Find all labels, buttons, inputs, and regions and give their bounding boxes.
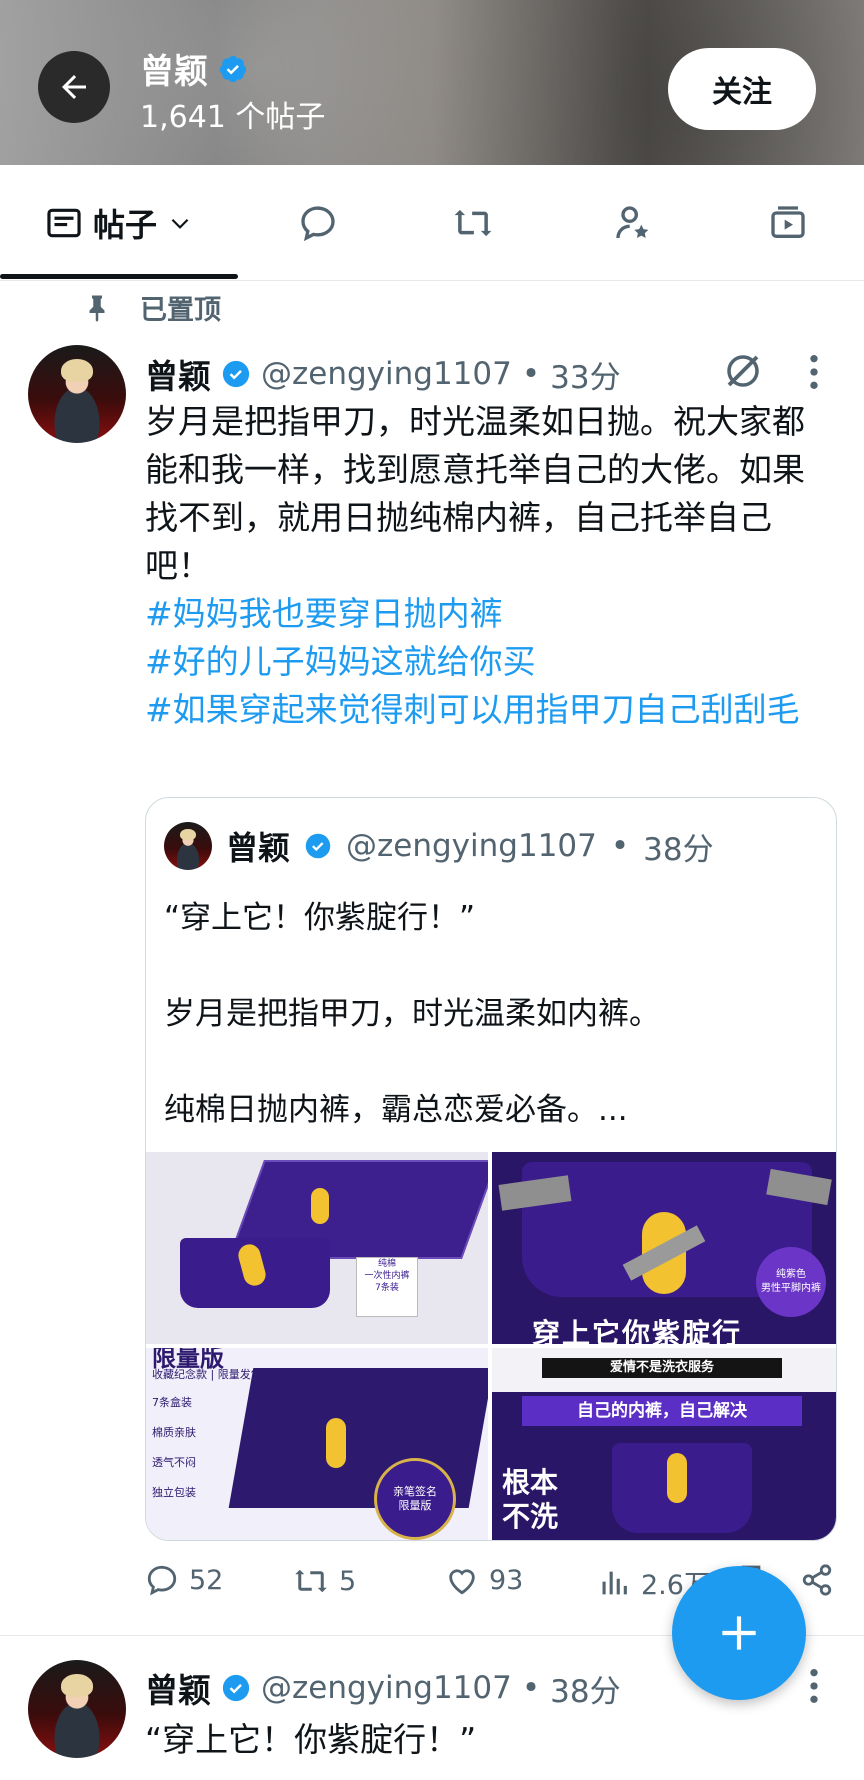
tab-replies[interactable] [265, 165, 370, 280]
post-time[interactable]: 38分 [550, 1666, 620, 1711]
limited-subtitle: 收藏纪念款 | 限量发售 [152, 1368, 262, 1381]
chevron-down-icon [171, 218, 189, 229]
color-badge: 纯紫色 男性平脚内裤 [756, 1247, 826, 1317]
compose-button[interactable] [672, 1566, 806, 1700]
quoted-line: “穿上它！你紫腚行！” [164, 900, 476, 936]
feature-list: 7条盒装 棉质亲肤 透气不闷 独立包装 [152, 1388, 196, 1508]
hashtag-link[interactable]: #如果穿起来觉得刺可以用指甲刀自己刮刮毛 [145, 686, 835, 734]
share-icon [802, 1564, 832, 1596]
person-star-icon [615, 205, 648, 238]
post-text: “穿上它！你紫腚行！” [145, 1720, 477, 1759]
more-options-icon[interactable] [806, 352, 822, 396]
posts-icon [47, 208, 81, 237]
follow-button[interactable]: 关注 [668, 48, 816, 130]
post-time[interactable]: 33分 [550, 352, 620, 397]
tag-card: 纯棉 一次性内裤 7条装 [356, 1257, 418, 1317]
post-author-name[interactable]: 曾颖 [145, 350, 211, 398]
header-name: 曾颖 [140, 44, 248, 93]
repost-icon [295, 1569, 327, 1593]
reply-icon [147, 1565, 177, 1596]
views-chart-icon [602, 1571, 627, 1594]
separator-dot: • [521, 356, 541, 392]
post-body: 岁月是把指甲刀，时光温柔如日抛。祝大家都能和我一样，找到愿意托举自己的大佬。如果… [145, 398, 835, 734]
quoted-handle: @zengying1107 [346, 828, 597, 864]
arrow-left-icon [62, 75, 86, 99]
product-image-3[interactable]: 限量版 收藏纪念款 | 限量发售 7条盒装 棉质亲肤 透气不闷 独立包装 亲笔签… [146, 1348, 488, 1540]
post-text: 岁月是把指甲刀，时光温柔如日抛。祝大家都能和我一样，找到愿意托举自己的大佬。如果… [145, 402, 805, 585]
heart-icon [449, 1569, 475, 1595]
media-icon [770, 205, 805, 238]
feature-item: 透气不闷 [152, 1456, 196, 1469]
quoted-time: 38分 [643, 831, 714, 868]
quoted-post-header: 曾颖 @zengying1107 • 38分 [164, 822, 714, 870]
pinned-indicator: 已置顶 [82, 288, 221, 327]
post-header: 曾颖 @zengying1107 • 33分 [145, 350, 621, 398]
reply-count: 52 [189, 1564, 224, 1596]
tab-posts-label: 帖子 [92, 205, 157, 244]
quoted-post-text: “穿上它！你紫腚行！” 岁月是把指甲刀，时光温柔如内裤。 纯棉日抛内裤，霸总恋爱… [164, 894, 814, 1182]
tab-highlights[interactable] [580, 165, 685, 280]
pinned-label: 已置顶 [140, 295, 221, 326]
reply-icon [300, 205, 335, 241]
repost-button[interactable]: 5 [293, 1563, 356, 1599]
quoted-author-name: 曾颖 [226, 829, 291, 867]
separator-dot: • [521, 1670, 541, 1706]
quoted-post-card[interactable]: 曾颖 @zengying1107 • 38分 “穿上它！你紫腚行！” 岁月是把指… [145, 797, 837, 1541]
banner-text: 穿上它你紫腚行 [532, 1317, 743, 1344]
post-header: 曾颖 @zengying1107 • 38分 [145, 1664, 621, 1712]
tab-reposts[interactable] [420, 165, 525, 280]
avatar[interactable] [28, 345, 126, 443]
like-count: 93 [489, 1564, 524, 1596]
share-button[interactable] [800, 1563, 834, 1597]
post-count: 1,641 个帖子 [140, 100, 326, 135]
product-image-2[interactable]: 纯紫色 男性平脚内裤 穿上它你紫腚行 [492, 1152, 836, 1344]
verified-badge-icon [222, 1674, 250, 1702]
media-grid: 纯棉 一次性内裤 7条装 纯紫色 男性平脚内裤 穿上它你紫腚行 限量版 收藏纪念… [146, 1152, 836, 1540]
tab-media[interactable] [735, 165, 840, 280]
banner-text: 爱情不是洗衣服务 [542, 1358, 782, 1378]
tab-posts[interactable]: 帖子 [0, 165, 238, 280]
like-button[interactable]: 93 [445, 1563, 523, 1597]
quoted-line: 纯棉日抛内裤，霸总恋爱必备。... [164, 1092, 628, 1128]
plus-icon [722, 1616, 756, 1650]
verified-badge-icon [219, 55, 247, 82]
feature-item: 独立包装 [152, 1486, 196, 1499]
separator-dot: • [610, 828, 630, 864]
post-handle[interactable]: @zengying1107 [261, 356, 512, 392]
hashtag-link[interactable]: #好的儿子妈妈这就给你买 [145, 638, 835, 686]
feature-item: 7条盒装 [152, 1396, 192, 1409]
hashtag-link[interactable]: #妈妈我也要穿日抛内裤 [145, 590, 835, 638]
back-button[interactable] [38, 51, 110, 123]
pin-icon [89, 295, 105, 322]
post-handle[interactable]: @zengying1107 [261, 1670, 512, 1706]
feature-item: 棉质亲肤 [152, 1426, 196, 1439]
profile-header-banner: 曾颖 1,641 个帖子 关注 [0, 0, 864, 165]
reply-button[interactable]: 52 [145, 1563, 223, 1597]
verified-badge-icon [305, 833, 331, 859]
grok-icon[interactable] [722, 350, 764, 396]
post-author-name[interactable]: 曾颖 [145, 1664, 211, 1712]
avatar [164, 822, 212, 870]
avatar[interactable] [28, 1660, 126, 1758]
quoted-line: 岁月是把指甲刀，时光温柔如内裤。 [164, 996, 660, 1032]
product-image-1[interactable]: 纯棉 一次性内裤 7条装 [146, 1152, 488, 1344]
ribbon-text: 自己的内裤，自己解决 [522, 1396, 802, 1426]
repost-icon [454, 209, 491, 236]
profile-tab-bar: 帖子 [0, 165, 864, 281]
repost-count: 5 [339, 1565, 357, 1597]
verified-badge-icon [222, 360, 250, 388]
signature-badge: 亲笔签名 限量版 [374, 1458, 456, 1540]
active-tab-indicator [0, 274, 238, 279]
header-name-text: 曾颖 [140, 52, 208, 92]
big-slogan: 根本 不洗 [502, 1466, 559, 1533]
more-options-icon[interactable] [806, 1666, 822, 1710]
product-image-4[interactable]: 爱情不是洗衣服务 自己的内裤，自己解决 根本 不洗 [492, 1348, 836, 1540]
